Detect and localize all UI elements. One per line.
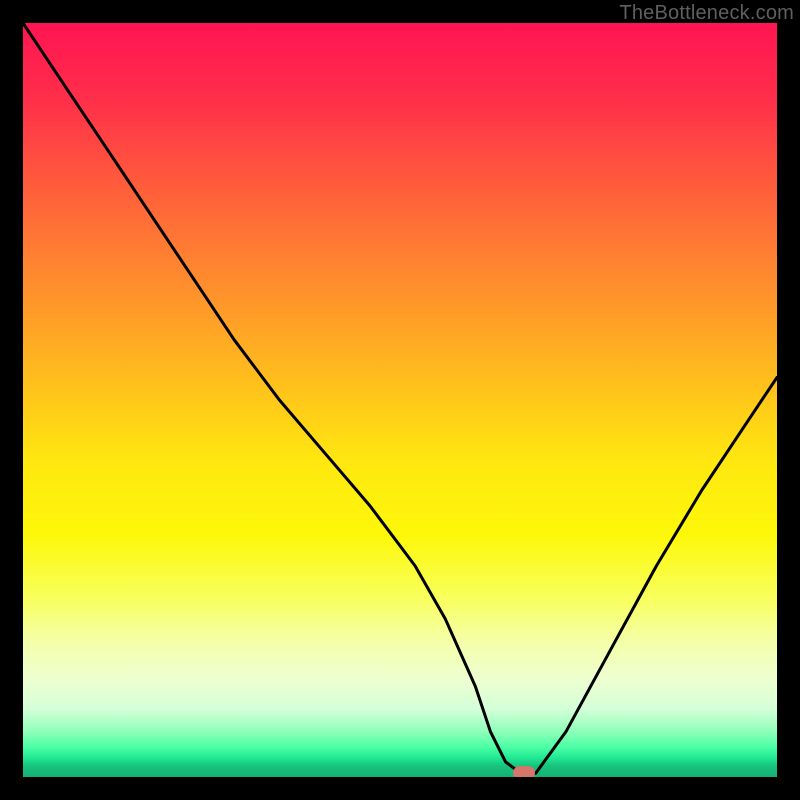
chart-frame: TheBottleneck.com xyxy=(0,0,800,800)
optimum-marker xyxy=(513,766,535,777)
bottleneck-curve xyxy=(23,23,777,773)
curve-layer xyxy=(23,23,777,777)
watermark-text: TheBottleneck.com xyxy=(619,2,794,25)
plot-area xyxy=(23,23,777,777)
